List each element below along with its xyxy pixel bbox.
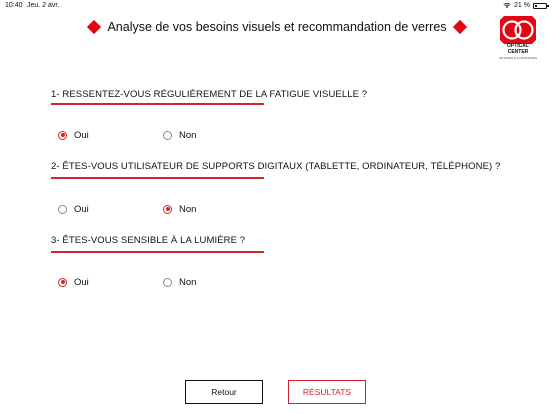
question-1-underline [51,103,264,105]
logo-name: OPTICAL CENTER [507,43,529,55]
option-label: Non [179,129,197,141]
radio-button[interactable] [163,277,172,287]
diamond-icon [86,19,102,35]
back-button[interactable]: Retour [185,380,263,404]
status-bar: 10:40 Jeu. 2 avr. 21 % [0,0,552,12]
radio-button[interactable] [58,204,67,214]
optical-center-logo: OPTICAL CENTER OPTICIEN & ACOUSTICIEN [496,15,540,67]
radio-button-selected[interactable] [163,204,172,214]
battery-percent: 21 % [514,2,530,9]
question-3-option-oui[interactable]: Oui [58,275,89,289]
question-1-option-non[interactable]: Non [163,128,196,142]
question-2-option-oui[interactable]: Oui [58,202,89,216]
results-button[interactable]: RÉSULTATS [288,380,366,404]
question-3-label: 3- ÊTES-VOUS SENSIBLE À LA LUMIÈRE ? [51,235,246,246]
question-1-option-oui[interactable]: Oui [58,128,89,142]
question-2-label: 2- ÊTES-VOUS UTILISATEUR DE SUPPORTS DIG… [51,161,501,172]
status-date: Jeu. 2 avr. [27,2,60,9]
page-header: Analyse de vos besoins visuels et recomm… [0,18,552,40]
status-right: 21 % [503,2,549,9]
radio-button-selected[interactable] [58,130,67,140]
page-title: Analyse de vos besoins visuels et recomm… [107,20,447,34]
wifi-icon [503,2,511,9]
option-label: Non [179,276,197,288]
question-1-label: 1- RESSENTEZ-VOUS RÉGULIÈREMENT DE LA FA… [51,89,368,100]
radio-button-selected[interactable] [58,277,67,287]
question-3-option-non[interactable]: Non [163,275,196,289]
battery-icon [533,2,549,9]
option-label: Oui [74,276,89,288]
radio-button[interactable] [163,130,172,140]
option-label: Non [179,203,197,215]
diamond-icon [452,19,468,35]
option-label: Oui [74,203,89,215]
logo-mark-icon [500,16,536,44]
option-label: Oui [74,129,89,141]
question-2-underline [51,177,264,179]
status-time: 10:40 [5,2,23,9]
logo-tagline: OPTICIEN & ACOUSTICIEN [498,56,538,60]
question-2-option-non[interactable]: Non [163,202,196,216]
question-3-underline [51,251,264,253]
